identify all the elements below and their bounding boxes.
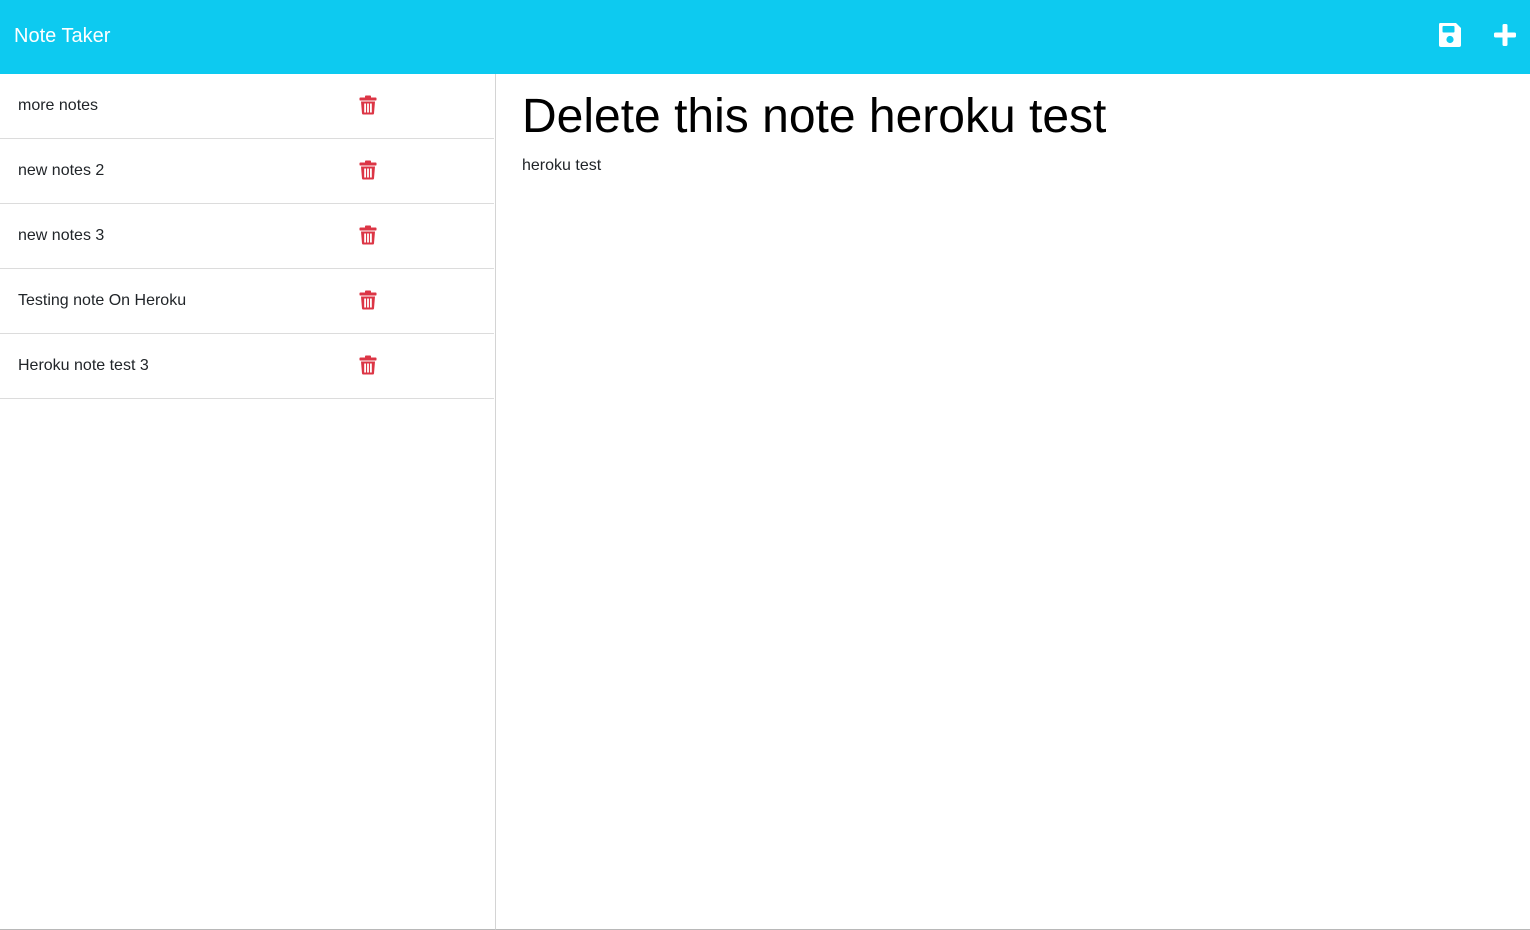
app-brand[interactable]: Note Taker bbox=[14, 24, 110, 48]
note-item-title[interactable]: Heroku note test 3 bbox=[18, 356, 149, 376]
note-item-title[interactable]: Testing note On Heroku bbox=[18, 291, 186, 311]
note-list-item[interactable]: more notes bbox=[0, 74, 494, 139]
delete-note-button[interactable] bbox=[358, 224, 378, 246]
note-editor: heroku test bbox=[496, 74, 1530, 930]
note-list-item[interactable]: Heroku note test 3 bbox=[0, 334, 494, 399]
note-list-item[interactable]: Testing note On Heroku bbox=[0, 269, 494, 334]
note-item-title[interactable]: new notes 3 bbox=[18, 226, 104, 246]
note-item-title[interactable]: more notes bbox=[18, 96, 98, 116]
note-list-item[interactable]: new notes 2 bbox=[0, 139, 494, 204]
trash-icon bbox=[359, 225, 377, 245]
save-note-button[interactable] bbox=[1436, 20, 1464, 50]
note-list: more notes new notes 2 new notes 3 Testi… bbox=[0, 74, 495, 399]
trash-icon bbox=[359, 95, 377, 115]
trash-icon bbox=[359, 355, 377, 375]
plus-icon bbox=[1494, 24, 1516, 46]
new-note-button[interactable] bbox=[1491, 20, 1519, 50]
floppy-disk-icon bbox=[1439, 23, 1461, 47]
note-list-item[interactable]: new notes 3 bbox=[0, 204, 494, 269]
note-text-area[interactable]: heroku test bbox=[522, 156, 1502, 896]
delete-note-button[interactable] bbox=[358, 354, 378, 376]
navbar: Note Taker bbox=[0, 0, 1530, 74]
trash-icon bbox=[359, 290, 377, 310]
delete-note-button[interactable] bbox=[358, 159, 378, 181]
delete-note-button[interactable] bbox=[358, 94, 378, 116]
delete-note-button[interactable] bbox=[358, 289, 378, 311]
note-title-input[interactable] bbox=[522, 86, 1502, 146]
notes-sidebar: more notes new notes 2 new notes 3 Testi… bbox=[0, 74, 496, 930]
trash-icon bbox=[359, 160, 377, 180]
note-item-title[interactable]: new notes 2 bbox=[18, 161, 104, 181]
